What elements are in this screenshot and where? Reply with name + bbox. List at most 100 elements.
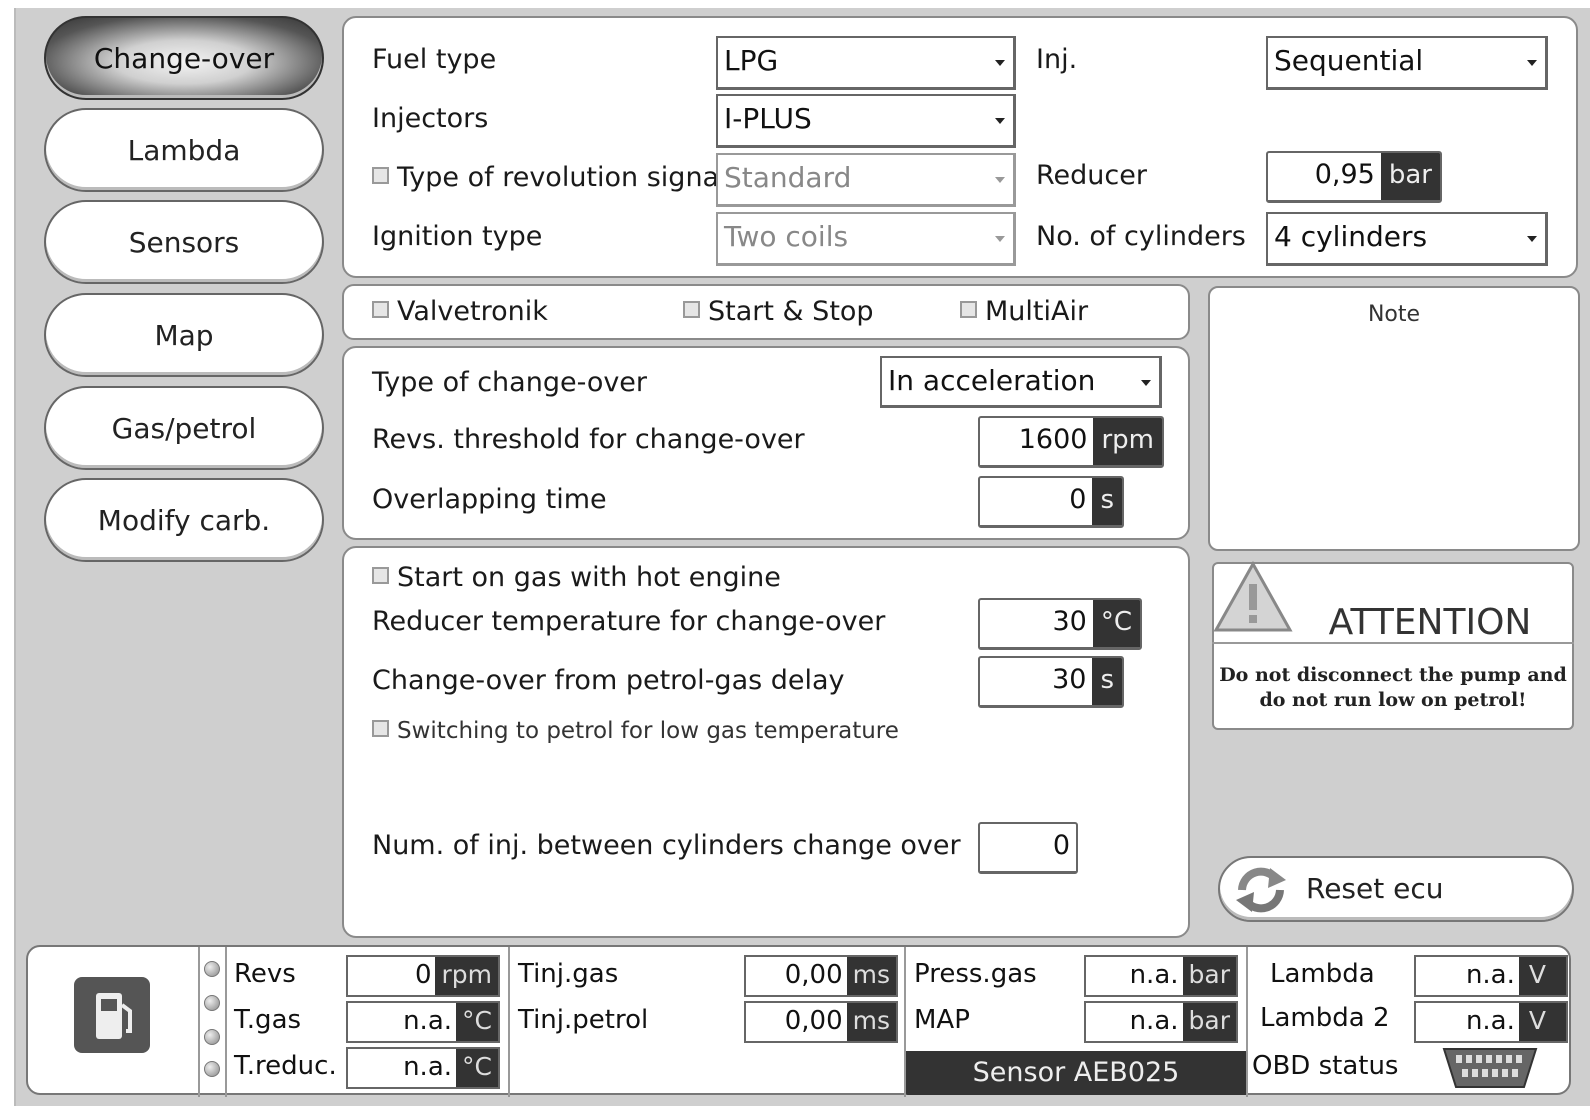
reset-ecu-button[interactable]: Reset ecu — [1218, 856, 1574, 922]
changeover-type-select[interactable]: In acceleration — [880, 356, 1162, 408]
status-led — [204, 1029, 220, 1045]
nav-change-over-button[interactable]: Change-over — [44, 16, 324, 100]
injectors-value: I-PLUS — [724, 102, 812, 135]
injectors-select[interactable]: I-PLUS — [716, 94, 1016, 148]
revs-threshold-field[interactable]: 1600 rpm — [978, 416, 1164, 468]
tinj-gas-value: 0,00 — [784, 960, 843, 990]
delay-unit: s — [1092, 658, 1122, 705]
status-separator — [198, 947, 200, 1097]
tgas-readout: n.a. °C — [346, 1001, 500, 1043]
start-stop-checkbox[interactable] — [683, 301, 700, 318]
chevron-down-icon — [995, 60, 1005, 66]
start-stop-option[interactable]: Start & Stop — [683, 296, 874, 327]
fuel-pump-icon — [96, 993, 132, 1039]
rev-signal-select[interactable]: Standard — [716, 153, 1016, 207]
inj-label: Inj. — [1036, 44, 1078, 75]
nav-modify-carb-button[interactable]: Modify carb. — [44, 478, 324, 562]
revs-threshold-value: 1600 — [1018, 424, 1088, 455]
rev-signal-label[interactable]: Type of revolution signal — [372, 162, 727, 193]
low-temp-option[interactable]: Switching to petrol for low gas temperat… — [372, 718, 899, 744]
reducer-temp-value: 30 — [1052, 606, 1087, 637]
chevron-down-icon — [995, 236, 1005, 242]
chevron-down-icon — [1527, 236, 1537, 242]
nav-lambda-button[interactable]: Lambda — [44, 108, 324, 192]
tinj-petrol-unit: ms — [846, 1003, 896, 1041]
warning-icon — [1213, 560, 1293, 632]
chevron-down-icon — [995, 118, 1005, 124]
low-temp-label: Switching to petrol for low gas temperat… — [397, 718, 899, 744]
fuel-type-label: Fuel type — [372, 44, 497, 75]
tinj-petrol-readout: 0,00 ms — [744, 1001, 898, 1043]
tinj-gas-label: Tinj.gas — [518, 959, 619, 989]
tinj-gas-unit: ms — [846, 957, 896, 995]
tinj-petrol-label: Tinj.petrol — [518, 1005, 649, 1035]
nav-label: Modify carb. — [97, 503, 271, 537]
reducer-temp-field[interactable]: 30 °C — [978, 598, 1142, 650]
obd-status-label: OBD status — [1252, 1051, 1399, 1081]
press-gas-unit: bar — [1182, 957, 1236, 995]
ignition-value: Two coils — [724, 220, 849, 253]
revs-readout: 0 rpm — [346, 955, 500, 997]
status-separator — [225, 947, 227, 1097]
chevron-down-icon — [995, 177, 1005, 183]
cylinders-value: 4 cylinders — [1274, 220, 1428, 253]
status-led — [204, 961, 220, 977]
valvetronik-checkbox[interactable] — [372, 301, 389, 318]
treduc-readout: n.a. °C — [346, 1047, 500, 1089]
tgas-unit: °C — [456, 1003, 498, 1041]
lambda-label: Lambda — [1270, 959, 1375, 989]
num-inj-value: 0 — [1052, 830, 1070, 861]
revs-unit: rpm — [435, 957, 498, 995]
delay-field[interactable]: 30 s — [978, 656, 1124, 708]
num-inj-field[interactable]: 0 — [978, 822, 1078, 874]
status-bar: Revs 0 rpm T.gas n.a. °C T.reduc. n.a. °C T… — [26, 945, 1571, 1097]
status-separator — [1246, 947, 1248, 1097]
cylinders-select[interactable]: 4 cylinders — [1266, 212, 1548, 266]
attention-line2: do not run low on petrol! — [1259, 689, 1527, 711]
fuel-type-value: LPG — [724, 44, 779, 77]
nav-label: Change-over — [93, 41, 275, 75]
fuel-type-select[interactable]: LPG — [716, 36, 1016, 90]
tinj-gas-readout: 0,00 ms — [744, 955, 898, 997]
ignition-select[interactable]: Two coils — [716, 212, 1016, 266]
fuel-pump-button[interactable] — [74, 977, 150, 1053]
valvetronik-option[interactable]: Valvetronik — [372, 296, 548, 327]
attention-divider — [1212, 642, 1574, 644]
treduc-unit: °C — [456, 1049, 498, 1087]
ignition-label: Ignition type — [372, 221, 543, 252]
press-gas-readout: n.a. bar — [1084, 955, 1238, 997]
map-unit: bar — [1182, 1003, 1236, 1041]
rev-signal-checkbox[interactable] — [372, 167, 389, 184]
overlap-unit: s — [1092, 478, 1122, 525]
map-label: MAP — [914, 1005, 970, 1035]
press-gas-value: n.a. — [1129, 960, 1179, 990]
sensor-badge: Sensor AEB025 — [906, 1051, 1246, 1095]
low-temp-checkbox[interactable] — [372, 720, 389, 737]
overlap-label: Overlapping time — [372, 484, 607, 515]
nav-sensors-button[interactable]: Sensors — [44, 200, 324, 284]
map-readout: n.a. bar — [1084, 1001, 1238, 1043]
reducer-temp-unit: °C — [1092, 600, 1140, 647]
delay-label: Change-over from petrol-gas delay — [372, 665, 845, 696]
nav-gas-petrol-button[interactable]: Gas/petrol — [44, 386, 324, 470]
nav-label: Lambda — [127, 133, 241, 167]
reducer-value: 0,95 — [1314, 159, 1375, 190]
multiair-option[interactable]: MultiAir — [960, 296, 1088, 327]
reducer-unit: bar — [1380, 153, 1440, 200]
obd-connector-icon — [1442, 1048, 1538, 1088]
reducer-label: Reducer — [1036, 160, 1147, 191]
lambda-unit: V — [1518, 957, 1566, 995]
reset-ecu-label: Reset ecu — [1306, 872, 1444, 905]
inj-select[interactable]: Sequential — [1266, 36, 1548, 90]
valvetronik-label: Valvetronik — [397, 296, 548, 327]
overlap-field[interactable]: 0s — [978, 476, 1124, 528]
nav-label: Gas/petrol — [111, 411, 257, 445]
nav-map-button[interactable]: Map — [44, 293, 324, 377]
hot-engine-label: Start on gas with hot engine — [397, 562, 781, 593]
hot-engine-checkbox[interactable] — [372, 567, 389, 584]
multiair-checkbox[interactable] — [960, 301, 977, 318]
treduc-value: n.a. — [403, 1052, 453, 1082]
status-separator — [508, 947, 510, 1097]
hot-engine-option[interactable]: Start on gas with hot engine — [372, 562, 781, 593]
reducer-field[interactable]: 0,95 bar — [1266, 151, 1442, 203]
